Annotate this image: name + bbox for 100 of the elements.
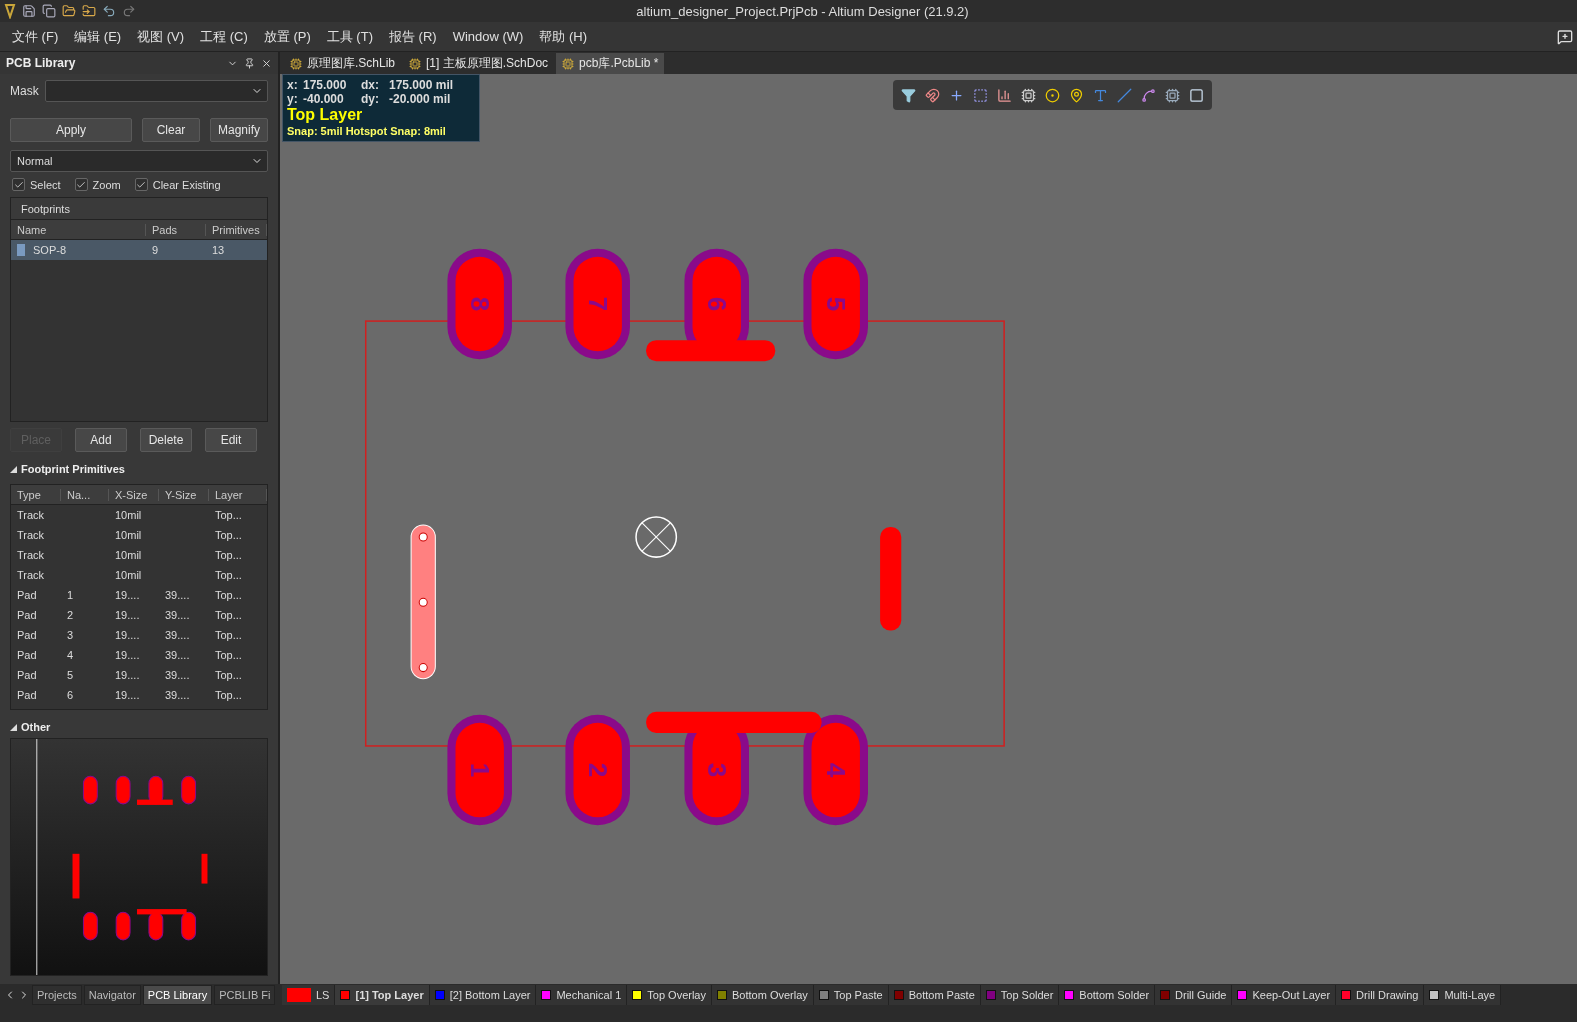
table-cell-text: 39.... (164, 669, 191, 681)
undo-icon[interactable] (102, 4, 116, 18)
checkbox-label: Zoom (92, 178, 121, 191)
check-icon (136, 179, 147, 190)
filter-button[interactable]: Clear (142, 118, 200, 142)
checkbox[interactable] (12, 178, 25, 191)
document-tab[interactable]: pcb库.PcbLib * (556, 53, 665, 74)
filter-button[interactable]: Apply (10, 118, 132, 142)
redo-icon[interactable] (122, 4, 136, 18)
layer-set-tab[interactable]: LS (282, 985, 336, 1005)
menu-item[interactable]: 视图 (V) (129, 23, 193, 50)
pin-icon[interactable] (244, 57, 255, 69)
panel-tab[interactable]: Navigator (83, 985, 141, 1005)
table-cell-text: 6 (66, 689, 75, 701)
menu-item[interactable]: 放置 (P) (255, 23, 319, 50)
crosshair-icon[interactable] (949, 87, 964, 103)
collapse-triangle-icon[interactable] (10, 723, 17, 731)
layer-tab[interactable]: Bottom Overlay (712, 985, 814, 1005)
table-cell-text: Track (16, 549, 46, 561)
table-cell-text: Top... (214, 589, 243, 601)
table-cell-text: 19.... (114, 629, 141, 641)
layer-tab[interactable]: Bottom Paste (888, 985, 981, 1005)
filter-icon[interactable] (901, 87, 916, 103)
checkbox[interactable] (134, 178, 148, 191)
table-cell-text: 19.... (114, 689, 141, 701)
layer-tab[interactable]: Bottom Solder (1059, 985, 1156, 1005)
table-cell-text: 19.... (114, 589, 141, 601)
layer-tab[interactable]: Drill Drawing (1336, 985, 1425, 1005)
chip-icon[interactable] (1021, 87, 1036, 103)
line-icon[interactable] (1117, 87, 1132, 103)
layer-tab[interactable]: Top Solder (980, 985, 1060, 1005)
layer-tab[interactable]: Top Paste (813, 985, 889, 1005)
menu-item[interactable]: 工程 (C) (192, 23, 256, 50)
folder-icon[interactable] (62, 4, 76, 18)
table-cell-text: Top... (214, 569, 243, 581)
layer-tab[interactable]: Keep-Out Layer (1232, 985, 1337, 1005)
column-header[interactable]: X-Size (109, 488, 159, 501)
panel-tab[interactable]: PCBLIB Fi (214, 985, 276, 1005)
checkbox[interactable] (74, 178, 88, 191)
pad-icon[interactable] (1045, 87, 1060, 103)
column-header[interactable]: Type (11, 488, 61, 501)
table-cell-text: 2 (66, 609, 75, 621)
pad: 7 (565, 248, 630, 360)
folder-icon[interactable] (82, 4, 96, 18)
check-icon (13, 179, 24, 190)
action-button[interactable]: Edit (205, 428, 257, 452)
save-icon[interactable] (22, 4, 36, 18)
menu-item[interactable]: 报告 (R) (380, 23, 445, 50)
magnet-icon[interactable] (925, 87, 940, 103)
selection-icon[interactable] (973, 87, 988, 103)
layer-tab[interactable]: Mechanical 1 (536, 985, 628, 1005)
column-header[interactable]: Name (11, 223, 146, 236)
mode-dropdown[interactable]: Normal (10, 150, 268, 172)
footprint-row[interactable]: SOP-8 9 13 (11, 240, 267, 260)
app-logo-icon (4, 3, 16, 19)
footprint-icon (17, 244, 25, 256)
action-button[interactable]: Add (75, 428, 127, 452)
table-cell-text: Top... (214, 669, 243, 681)
coordinate-readout: x: 175.000 dx: 175.000 mil y: -40.000 dy: -20.000 mil Top Layer Snap: 5mil Hotspot Snap: 8mil (282, 74, 480, 142)
table-cell-text: 10mil (114, 569, 143, 581)
section-title: Footprints (11, 198, 267, 220)
panel-tab[interactable]: PCB Library (142, 985, 213, 1005)
check-icon (76, 179, 87, 190)
action-button[interactable]: Delete (140, 428, 192, 452)
menu-item[interactable]: 编辑 (E) (66, 23, 130, 50)
mask-field[interactable] (44, 80, 268, 102)
close-icon[interactable] (261, 57, 272, 69)
table-cell-text: 19.... (114, 609, 141, 621)
menu-item[interactable]: 帮助 (H) (531, 23, 596, 50)
menu-item[interactable]: Window (W) (444, 25, 532, 48)
table-cell-text: Pad (16, 669, 38, 681)
table-cell-text: 10mil (114, 549, 143, 561)
layer-tab[interactable]: [2] Bottom Layer (429, 985, 537, 1005)
column-header[interactable]: Na... (61, 488, 109, 501)
menu-item[interactable]: 文件 (F) (4, 23, 67, 50)
layer-tab[interactable]: Multi-Laye (1424, 985, 1502, 1005)
pad: 4 (803, 714, 868, 826)
save-all-icon[interactable] (42, 4, 56, 18)
column-header[interactable]: Layer (209, 488, 267, 501)
panel-tab[interactable]: Projects (32, 985, 82, 1005)
feedback-icon[interactable] (1557, 28, 1573, 45)
column-header[interactable]: Y-Size (159, 488, 209, 501)
area-icon[interactable] (1189, 87, 1204, 103)
component-icon[interactable] (1165, 87, 1180, 103)
column-header[interactable]: Pads (146, 223, 206, 236)
menu-item[interactable]: 工具 (T) (318, 23, 381, 50)
layer-tab[interactable]: Drill Guide (1155, 985, 1233, 1005)
column-header[interactable]: Primitives (206, 223, 267, 236)
table-cell-text: Track (16, 529, 46, 541)
table-cell-text: 19.... (114, 669, 141, 681)
table-cell-text: 39.... (164, 649, 191, 661)
table-cell-text: 39.... (164, 689, 191, 701)
filter-button[interactable]: Magnify (210, 118, 268, 142)
text-icon[interactable] (1093, 87, 1108, 103)
route-icon[interactable] (1141, 87, 1156, 103)
layer-tab[interactable]: Top Overlay (627, 985, 712, 1005)
layer-tab[interactable]: [1] Top Layer (335, 985, 430, 1005)
via-icon[interactable] (1069, 87, 1084, 103)
collapse-triangle-icon[interactable] (10, 465, 17, 473)
align-icon[interactable] (997, 87, 1012, 103)
